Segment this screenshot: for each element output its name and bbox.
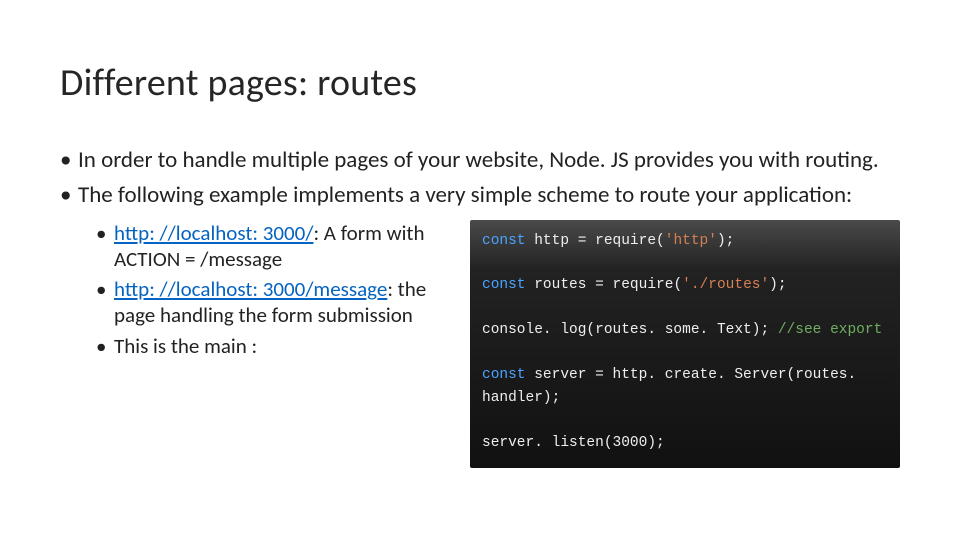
code-text: routes = require( xyxy=(526,277,683,293)
code-panel: const http = require('http'); const rout… xyxy=(470,220,900,469)
code-text: ); xyxy=(769,277,786,293)
bullet-item: • In order to handle multiple pages of y… xyxy=(60,146,900,175)
bullet-marker: • xyxy=(96,220,114,273)
bullet-text: In order to handle multiple pages of you… xyxy=(78,146,900,175)
sub-bullet-text: http: //localhost: 3000/message: the pag… xyxy=(114,276,470,329)
bullet-marker: • xyxy=(96,276,114,329)
code-text: http = require( xyxy=(526,233,665,249)
code-text: ); xyxy=(717,233,734,249)
url-link[interactable]: http: //localhost: 3000/message xyxy=(114,276,387,302)
url-link[interactable]: http: //localhost: 3000/ xyxy=(114,220,313,246)
code-string: './routes' xyxy=(682,277,769,293)
bullet-marker: • xyxy=(60,146,78,175)
code-string: 'http' xyxy=(665,233,717,249)
bullet-item: • The following example implements a ver… xyxy=(60,181,900,210)
sub-bullet-text: This is the main : xyxy=(114,333,470,359)
two-column-row: • http: //localhost: 3000/: A form with … xyxy=(60,220,900,469)
slide-title: Different pages: routes xyxy=(60,60,900,106)
code-text: server. listen(3000); xyxy=(482,435,665,451)
sub-bullet-item: • This is the main : xyxy=(96,333,470,359)
sub-bullet-list: • http: //localhost: 3000/: A form with … xyxy=(60,220,470,363)
code-text: console. log(routes. some. Text); xyxy=(482,322,778,338)
code-comment: //see export xyxy=(778,322,882,338)
code-keyword: const xyxy=(482,367,526,383)
code-block: const http = require('http'); const rout… xyxy=(470,220,900,469)
bullet-list: • In order to handle multiple pages of y… xyxy=(60,146,900,468)
bullet-marker: • xyxy=(60,181,78,210)
slide: Different pages: routes • In order to ha… xyxy=(0,0,960,468)
bullet-text: The following example implements a very … xyxy=(78,181,900,210)
sub-bullet-text: http: //localhost: 3000/: A form with AC… xyxy=(114,220,470,273)
bullet-marker: • xyxy=(96,333,114,359)
sub-bullet-item: • http: //localhost: 3000/: A form with … xyxy=(96,220,470,273)
code-keyword: const xyxy=(482,233,526,249)
code-keyword: const xyxy=(482,277,526,293)
sub-bullet-item: • http: //localhost: 3000/message: the p… xyxy=(96,276,470,329)
code-text: server = http. create. Server(routes. ha… xyxy=(482,367,865,405)
